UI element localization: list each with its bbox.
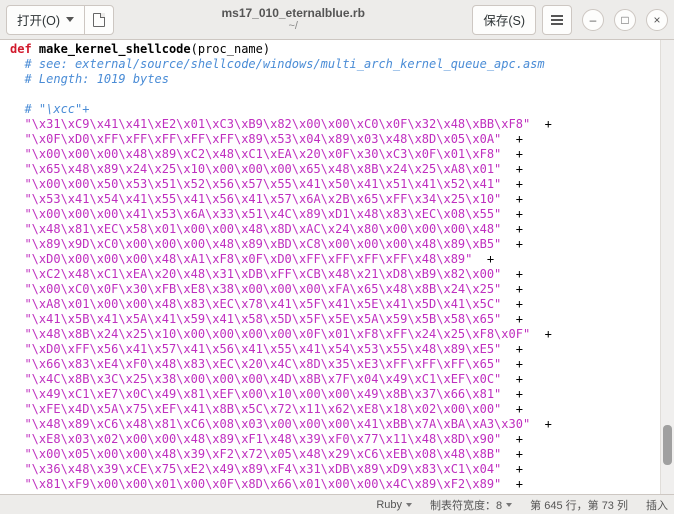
open-label: 打开(O) bbox=[17, 10, 60, 29]
status-bar: Ruby 制表符宽度：8 第 645 行，第 73 列 插入 bbox=[0, 494, 674, 514]
code-editor[interactable]: def make_kernel_shellcode(proc_name) # s… bbox=[0, 40, 660, 494]
editor-wrap: def make_kernel_shellcode(proc_name) # s… bbox=[0, 40, 674, 494]
minimize-button[interactable]: – bbox=[582, 9, 604, 31]
chevron-down-icon bbox=[406, 503, 412, 507]
save-label: 保存(S) bbox=[483, 10, 525, 29]
scrollbar-vertical[interactable] bbox=[660, 40, 674, 494]
document-icon bbox=[93, 13, 105, 27]
status-tabwidth[interactable]: 制表符宽度：8 bbox=[430, 497, 512, 513]
status-tabwidth-label: 制表符宽度：8 bbox=[430, 497, 502, 513]
status-language-label: Ruby bbox=[376, 499, 402, 511]
document-title: ms17_010_eternalblue.rb bbox=[221, 7, 364, 20]
scroll-thumb[interactable] bbox=[663, 425, 672, 465]
chevron-down-icon bbox=[66, 17, 74, 22]
document-path: ~/ bbox=[288, 20, 297, 32]
status-language[interactable]: Ruby bbox=[376, 499, 412, 511]
status-position: 第 645 行，第 73 列 bbox=[530, 497, 628, 513]
maximize-button[interactable]: □ bbox=[614, 9, 636, 31]
status-insertmode-label: 插入 bbox=[646, 497, 668, 513]
status-insertmode: 插入 bbox=[646, 497, 668, 513]
close-button[interactable]: × bbox=[646, 9, 668, 31]
hamburger-icon bbox=[551, 15, 563, 25]
chevron-down-icon bbox=[506, 503, 512, 507]
new-document-button[interactable] bbox=[84, 5, 114, 35]
save-button[interactable]: 保存(S) bbox=[472, 5, 536, 35]
menu-button[interactable] bbox=[542, 5, 572, 35]
title-block: ms17_010_eternalblue.rb ~/ bbox=[120, 7, 466, 32]
header-bar: 打开(O) ms17_010_eternalblue.rb ~/ 保存(S) –… bbox=[0, 0, 674, 40]
open-group: 打开(O) bbox=[6, 5, 114, 35]
open-button[interactable]: 打开(O) bbox=[6, 5, 85, 35]
status-position-label: 第 645 行，第 73 列 bbox=[530, 497, 628, 513]
